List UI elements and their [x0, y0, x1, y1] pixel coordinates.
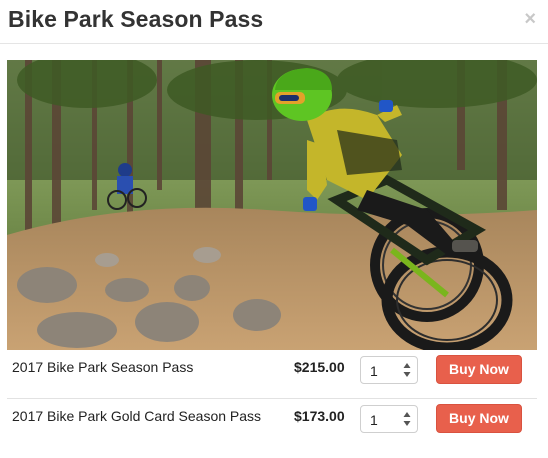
- product-name: 2017 Bike Park Gold Card Season Pass: [12, 408, 262, 424]
- close-button[interactable]: ×: [524, 9, 536, 29]
- quantity-value: 1: [370, 412, 378, 428]
- buy-now-button[interactable]: Buy Now: [436, 404, 522, 433]
- updown-arrows-icon: [403, 412, 411, 426]
- hero-image: [7, 60, 537, 350]
- quantity-select[interactable]: 1: [360, 356, 418, 384]
- product-row: 2017 Bike Park Season Pass $215.00 1 Buy…: [7, 350, 537, 399]
- product-price: $173.00: [294, 408, 345, 424]
- modal-header: Bike Park Season Pass ×: [0, 0, 548, 44]
- buy-now-button[interactable]: Buy Now: [436, 355, 522, 384]
- product-price: $215.00: [294, 359, 345, 375]
- quantity-value: 1: [370, 363, 378, 379]
- modal-title: Bike Park Season Pass: [8, 6, 264, 32]
- quantity-select[interactable]: 1: [360, 405, 418, 433]
- product-name: 2017 Bike Park Season Pass: [12, 359, 194, 375]
- updown-arrows-icon: [403, 363, 411, 377]
- product-row: 2017 Bike Park Gold Card Season Pass $17…: [7, 399, 537, 447]
